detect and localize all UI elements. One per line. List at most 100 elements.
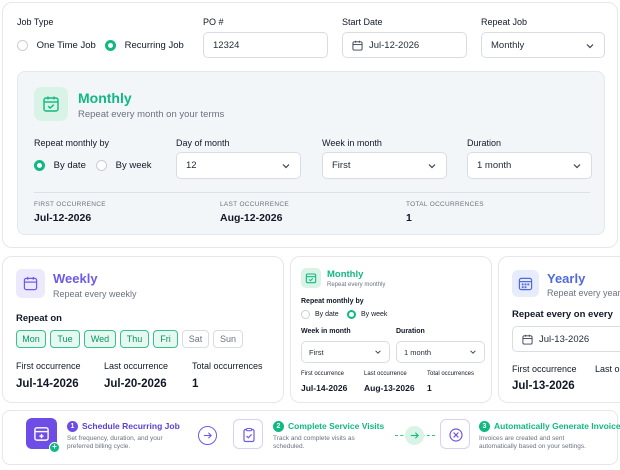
plus-badge-icon: + — [49, 442, 60, 453]
calendar-icon — [352, 40, 363, 51]
divider — [34, 192, 590, 193]
yearly-subtitle: Repeat every yearly — [547, 288, 620, 298]
by-date-radio[interactable]: By date — [301, 310, 339, 319]
calendar-grid-icon — [518, 277, 533, 291]
day-toggle-mon[interactable]: Mon — [16, 330, 46, 348]
total-occurrences-value: 1 — [406, 212, 412, 224]
arrow-glyph — [410, 432, 419, 439]
chevron-down-icon — [470, 350, 476, 354]
total-occurrences-label: TOTAL OCCURRENCES — [406, 201, 484, 208]
step-3-number: 3 — [479, 421, 490, 433]
yearly-calendar-icon — [512, 270, 539, 297]
yearly-card: Yearly Repeat every yearly Repeat every … — [498, 256, 620, 403]
day-toggle-tue[interactable]: Tue — [50, 330, 80, 348]
calendar-icon — [23, 276, 38, 291]
repeat-job-label: Repeat Job — [481, 17, 528, 27]
chevron-down-icon — [282, 164, 290, 169]
monthly-subtitle: Repeat every month on your terms — [78, 109, 225, 120]
yearly-last-label: Last oc — [595, 364, 620, 374]
yearly-title: Yearly — [547, 271, 586, 286]
chevron-down-icon — [428, 164, 436, 169]
weekly-title: Weekly — [53, 271, 98, 286]
arrow-right-icon — [198, 426, 217, 445]
start-date-input[interactable]: Jul-12-2026 — [342, 32, 467, 58]
yearly-first-value: Jul-13-2026 — [512, 380, 575, 392]
workflow-steps: + 1 Schedule Recurring Job Set frequency,… — [2, 410, 620, 465]
repeat-monthly-by-label: Repeat monthly by — [34, 138, 110, 148]
calendar-check-icon — [305, 273, 317, 284]
chevron-down-icon — [375, 350, 381, 354]
monthly-total-label: Total occurrences — [427, 371, 475, 377]
weekly-total-label: Total occurrences — [192, 361, 263, 371]
chevron-down-icon — [586, 44, 594, 49]
yearly-card-clip: Yearly Repeat every yearly Repeat every … — [498, 256, 620, 404]
repeat-monthly-by-label: Repeat monthly by — [301, 298, 364, 305]
week-in-month-label: Week in month — [322, 138, 382, 148]
week-in-month-label: Week in month — [301, 328, 351, 335]
radio-on-icon — [34, 160, 45, 171]
step-3-description: Invoices are created and sent automatica… — [479, 435, 586, 450]
day-toggle-thu[interactable]: Thu — [120, 330, 149, 348]
monthly-first-label: First occurrence — [301, 371, 345, 377]
repeat-job-select[interactable]: Monthly — [481, 32, 605, 58]
monthly-card-icon — [301, 268, 321, 288]
calendar-check-icon — [43, 96, 59, 112]
monthly-last-value: Aug-13-2026 — [364, 383, 415, 393]
step-1-title: 1 Schedule Recurring Job — [67, 421, 180, 433]
recurring-job-radio[interactable]: Recurring Job — [105, 40, 184, 51]
visits-step-icon — [233, 419, 263, 449]
start-date-label: Start Date — [342, 17, 383, 27]
duration-select[interactable]: 1 month — [396, 341, 485, 363]
radio-off-icon — [301, 310, 310, 319]
step-3-title: 3 Automatically Generate Invoice — [479, 421, 620, 433]
radio-on-icon — [347, 310, 356, 319]
weekday-picker: Mon Tue Wed Thu Fri Sat Sun — [16, 330, 246, 348]
monthly-total-value: 1 — [427, 383, 432, 393]
monthly-calendar-icon — [34, 87, 68, 121]
po-input[interactable]: 12324 — [203, 32, 328, 58]
yearly-date-input[interactable]: Jul-13-2026 — [512, 326, 620, 352]
radio-on-icon — [105, 40, 116, 51]
day-toggle-sun[interactable]: Sun — [213, 330, 243, 348]
monthly-first-value: Jul-14-2026 — [301, 383, 348, 393]
week-in-month-select[interactable]: First — [322, 152, 447, 179]
monthly-panel: Monthly Repeat every month on your terms… — [17, 71, 605, 235]
duration-select[interactable]: 1 month — [467, 152, 592, 179]
by-date-radio[interactable]: By date — [34, 160, 86, 171]
job-type-label: Job Type — [17, 17, 54, 27]
step-1-description: Set frequency, duration, and your prefer… — [67, 435, 163, 450]
clipboard-check-icon — [243, 427, 255, 443]
weekly-card: Weekly Repeat every weekly Repeat on Mon… — [2, 256, 284, 403]
week-in-month-select[interactable]: First — [301, 341, 390, 363]
monthly-card-title: Monthly — [327, 269, 364, 280]
repeat-on-label: Repeat on — [16, 313, 62, 324]
monthly-card-subtitle: Repeat every monthly — [327, 282, 386, 288]
step-2-number: 2 — [273, 421, 284, 433]
day-toggle-wed[interactable]: Wed — [84, 330, 116, 348]
weekly-last-label: Last occurrence — [104, 361, 169, 371]
weekly-subtitle: Repeat every weekly — [53, 289, 137, 299]
monthly-title: Monthly — [78, 90, 132, 106]
one-time-job-radio[interactable]: One Time Job — [17, 40, 96, 51]
duration-label: Duration — [467, 138, 502, 148]
day-of-month-select[interactable]: 12 — [176, 152, 301, 179]
step-2-title: 2 Complete Service Visits — [273, 421, 384, 433]
arrow-glyph — [203, 432, 212, 439]
po-label: PO # — [203, 17, 224, 27]
calendar-icon — [522, 334, 533, 345]
by-week-radio[interactable]: By week — [96, 160, 152, 171]
chevron-down-icon — [573, 164, 581, 169]
weekly-first-label: First occurrence — [16, 361, 81, 371]
day-toggle-fri[interactable]: Fri — [153, 330, 178, 348]
first-occurrence-value: Jul-12-2026 — [34, 212, 92, 224]
duration-label: Duration — [396, 328, 425, 335]
last-occurrence-value: Aug-12-2026 — [220, 212, 283, 224]
arrow-right-icon — [405, 426, 424, 445]
day-toggle-sat[interactable]: Sat — [182, 330, 209, 348]
cancel-circle-icon — [449, 428, 463, 442]
radio-off-icon — [17, 40, 28, 51]
weekly-calendar-icon — [16, 269, 45, 298]
first-occurrence-label: FIRST OCCURRENCE — [34, 201, 106, 208]
by-week-radio[interactable]: By week — [347, 310, 387, 319]
yearly-first-label: First occurrence — [512, 364, 577, 374]
